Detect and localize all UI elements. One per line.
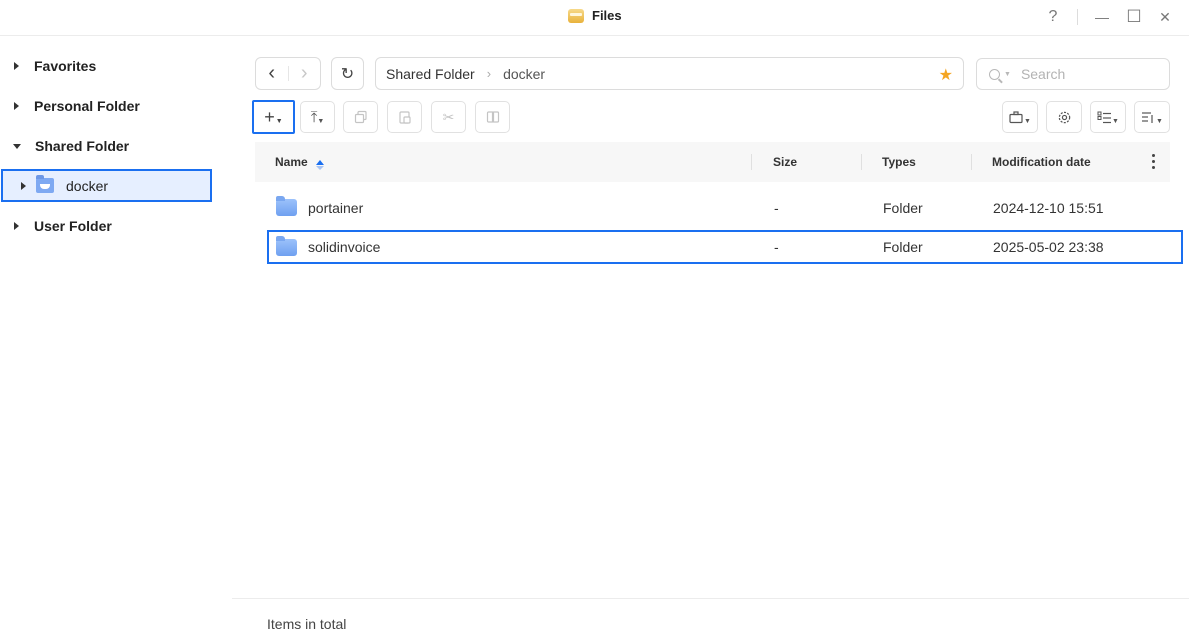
dropdown-caret-icon: ▼ [1024,117,1031,125]
file-size: - [774,199,779,216]
view-mode-button[interactable]: ▼ [1090,101,1126,133]
search-icon [989,68,1000,80]
dropdown-caret-icon: ▼ [275,117,283,125]
table-row[interactable]: portainer - Folder 2024-12-10 15:51 [267,191,1183,224]
breadcrumb: Shared Folder › docker ★ [375,57,964,90]
search-placeholder: Search [1020,66,1066,82]
window-title: Files [568,8,622,23]
file-type: Folder [883,239,923,255]
breadcrumb-separator: › [486,66,492,81]
sidebar: Favorites Personal Folder Shared Folder … [0,36,232,640]
close-icon[interactable]: ✕ [1155,6,1175,28]
sidebar-item-label: Personal Folder [34,98,140,114]
gear-icon [1058,111,1070,123]
duplicate-icon [486,111,499,123]
folder-icon [276,235,297,256]
copy-icon [354,110,367,124]
sidebar-item-label: Favorites [34,58,97,74]
caret-down-icon[interactable] [13,143,21,149]
file-name: solidinvoice [308,239,381,255]
sidebar-item-favorites[interactable]: Favorites [0,48,232,84]
column-types[interactable]: Types [882,142,916,182]
caret-right-icon[interactable] [14,222,19,230]
table-row[interactable]: solidinvoice - Folder 2025-05-02 23:38 [267,230,1183,264]
briefcase-icon [1009,110,1023,123]
upload-button[interactable]: ⤒ ▼ [300,101,335,133]
file-size: - [774,239,779,255]
cut-button[interactable]: ✂ [431,101,466,133]
help-icon[interactable]: ? [1043,6,1063,28]
file-name: portainer [308,199,364,216]
create-button[interactable]: + ▼ [252,100,295,134]
sort-ascending-icon [315,159,324,170]
upload-icon: ⤒ [310,108,318,126]
minimize-icon[interactable]: — [1091,6,1113,28]
sidebar-item-personal-folder[interactable]: Personal Folder [0,88,232,124]
sort-icon [1142,111,1153,123]
back-button[interactable]: ‹ [256,58,288,89]
duplicate-button[interactable] [475,101,510,133]
refresh-button[interactable]: ↻ [331,57,364,90]
settings-button[interactable] [1046,101,1082,133]
paste-button[interactable] [387,101,422,133]
sidebar-item-label: User Folder [34,218,112,234]
maximize-icon[interactable]: ☐ [1123,6,1145,28]
sidebar-item-shared-folder[interactable]: Shared Folder [0,128,232,164]
file-type: Folder [883,199,923,216]
paste-icon [398,111,411,124]
favorite-star-icon[interactable]: ★ [939,65,953,85]
list-view-icon [1097,111,1112,123]
column-modification-date[interactable]: Modification date [992,142,1091,182]
history-nav: ‹ › [255,57,321,90]
title-divider [1077,9,1078,25]
docker-folder-icon [36,175,54,193]
search-scope-caret-icon[interactable]: ▼ [1004,71,1011,78]
sidebar-item-label: Shared Folder [35,138,130,154]
breadcrumb-shared-folder[interactable]: Shared Folder [386,66,475,82]
window-title-text: Files [592,8,622,23]
table-header: Name Size Types Modification date [255,142,1170,182]
toolbox-button[interactable]: ▼ [1002,101,1038,133]
folder-icon [276,196,297,216]
sort-button[interactable]: ▼ [1134,101,1170,133]
column-divider[interactable] [751,154,752,170]
file-name-cell: solidinvoice [276,232,380,262]
caret-right-icon[interactable] [14,102,19,110]
status-bar: Items in total [232,598,1189,640]
column-divider[interactable] [971,154,972,170]
breadcrumb-docker[interactable]: docker [503,66,545,82]
file-name-cell: portainer [276,191,363,224]
dropdown-caret-icon: ▼ [1112,117,1119,125]
column-options-icon[interactable] [1152,154,1155,169]
files-app-icon [568,8,584,23]
sidebar-item-docker[interactable]: docker [1,169,212,202]
dropdown-caret-icon: ▼ [317,117,325,125]
scissors-icon: ✂ [442,108,455,125]
items-total-label: Items in total [267,616,347,632]
sidebar-item-user-folder[interactable]: User Folder [0,208,232,244]
column-name[interactable]: Name [275,142,324,182]
caret-right-icon[interactable] [21,181,26,190]
title-bar: Files ? — ☐ ✕ [0,0,1189,36]
file-modified: 2024-12-10 15:51 [993,199,1104,216]
column-size[interactable]: Size [773,142,797,182]
copy-button[interactable] [343,101,378,133]
column-name-label: Name [275,155,308,169]
caret-right-icon[interactable] [14,62,19,70]
dropdown-caret-icon: ▼ [1156,117,1163,125]
column-divider[interactable] [861,154,862,170]
forward-button[interactable]: › [288,58,320,89]
file-modified: 2025-05-02 23:38 [993,239,1104,255]
sidebar-item-label: docker [66,177,109,194]
search-input[interactable]: ▼ Search [976,58,1170,90]
plus-icon: + [264,106,275,127]
